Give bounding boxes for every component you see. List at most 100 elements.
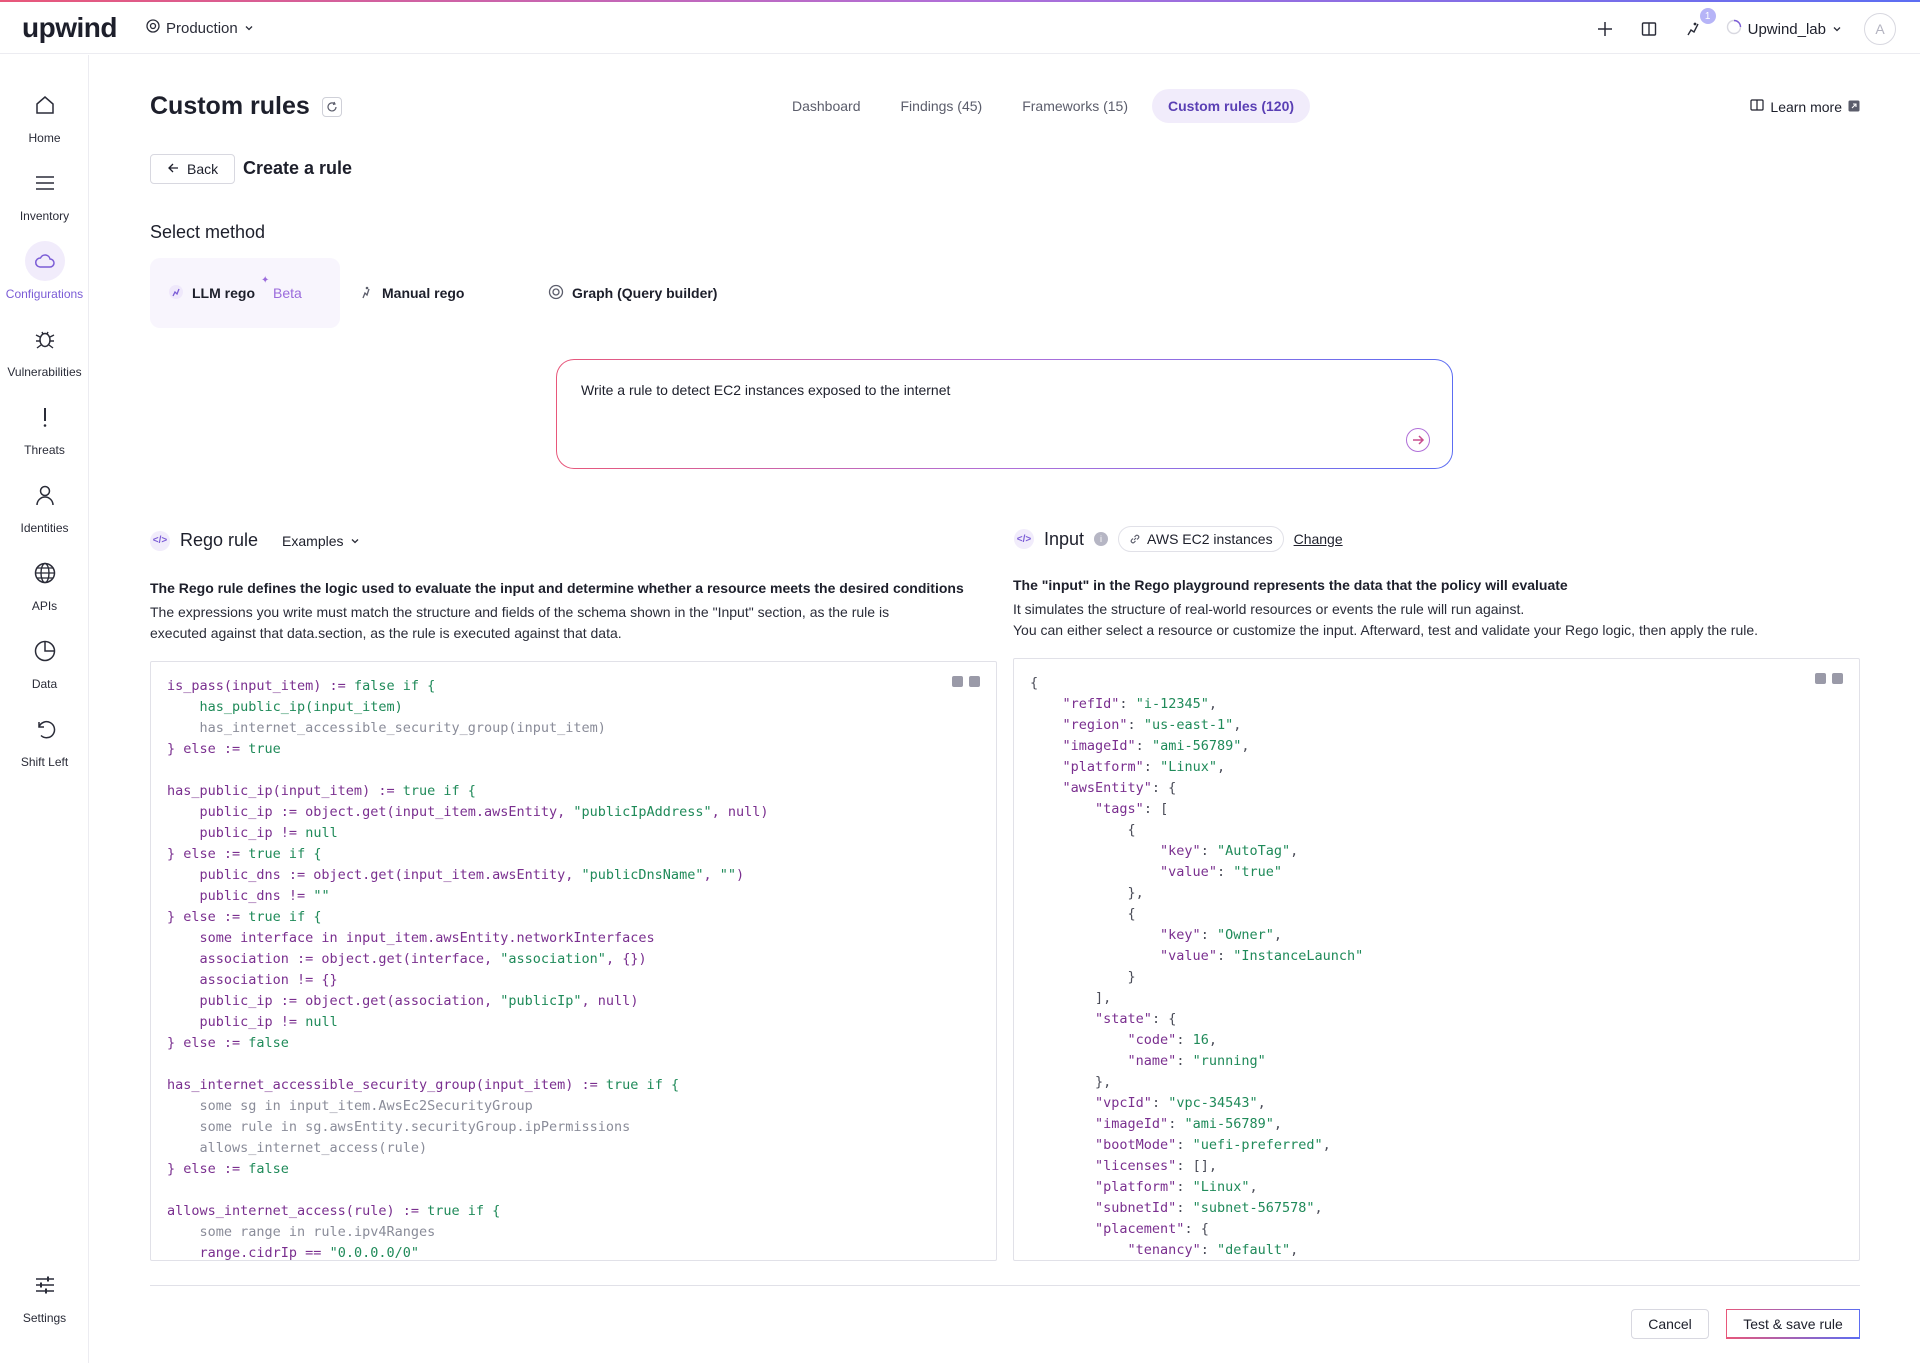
sidebar-item-label: Inventory bbox=[19, 209, 70, 223]
method-llm-rego[interactable]: LLM rego ✦ Beta bbox=[150, 258, 340, 328]
info-icon[interactable]: i bbox=[1094, 532, 1109, 546]
external-link-icon bbox=[1848, 99, 1860, 115]
page-title: Custom rules bbox=[150, 92, 342, 121]
tab-dashboard[interactable]: Dashboard bbox=[776, 89, 877, 123]
brand-logo[interactable]: upwind bbox=[22, 12, 117, 44]
globe-icon bbox=[25, 553, 65, 593]
method-label: LLM rego bbox=[192, 285, 255, 301]
list-icon bbox=[25, 163, 65, 203]
code-icon: </> bbox=[150, 530, 170, 551]
sidebar-item-inventory[interactable]: Inventory bbox=[0, 163, 89, 223]
prompt-input[interactable]: Write a rule to detect EC2 instances exp… bbox=[556, 359, 1453, 469]
target-icon bbox=[146, 19, 160, 37]
beta-badge: ✦ Beta bbox=[261, 275, 302, 301]
undo-icon bbox=[25, 709, 65, 749]
sliders-icon bbox=[25, 1265, 65, 1305]
test-save-rule-button[interactable]: Test & save rule bbox=[1726, 1309, 1860, 1339]
back-label: Back bbox=[187, 161, 219, 177]
rego-header: </> Rego rule Examples bbox=[150, 530, 360, 551]
back-button[interactable]: Back bbox=[150, 154, 236, 184]
send-arrow-icon[interactable] bbox=[1406, 428, 1430, 452]
editor-tools bbox=[1815, 673, 1843, 684]
sidebar-item-label: Shift Left bbox=[20, 755, 69, 769]
sidebar-item-label: Identities bbox=[20, 521, 69, 535]
create-rule-title: Create a rule bbox=[243, 158, 353, 178]
hand-icon bbox=[358, 284, 374, 303]
chevron-down-icon bbox=[1832, 21, 1842, 38]
tab-findings[interactable]: Findings (45) bbox=[885, 89, 999, 123]
copy-icon[interactable] bbox=[1815, 673, 1826, 684]
expand-icon[interactable] bbox=[969, 676, 980, 687]
org-name: Upwind_lab bbox=[1747, 20, 1826, 38]
book-icon bbox=[1750, 98, 1765, 115]
method-manual-rego[interactable]: Manual rego bbox=[340, 258, 530, 328]
sidebar-item-apis[interactable]: APIs bbox=[0, 553, 89, 613]
learn-more-label: Learn more bbox=[1770, 98, 1842, 115]
exclamation-icon bbox=[25, 397, 65, 437]
learn-more-link[interactable]: Learn more bbox=[1750, 98, 1860, 115]
method-graph[interactable]: Graph (Query builder) bbox=[530, 258, 720, 328]
expand-icon[interactable] bbox=[1832, 673, 1843, 684]
environment-selector[interactable]: Production bbox=[146, 19, 254, 37]
sidebar-item-configurations[interactable]: Configurations bbox=[0, 241, 89, 301]
tab-frameworks[interactable]: Frameworks (15) bbox=[1006, 89, 1144, 123]
method-label: Graph (Query builder) bbox=[572, 285, 718, 301]
refresh-icon[interactable] bbox=[321, 96, 342, 117]
sidebar-item-data[interactable]: Data bbox=[0, 631, 89, 691]
copy-icon[interactable] bbox=[952, 676, 963, 687]
book-icon[interactable] bbox=[1638, 18, 1660, 40]
user-avatar[interactable]: A bbox=[1864, 13, 1896, 45]
arrow-left-icon bbox=[167, 161, 179, 177]
sidebar: Home Inventory Configurations Vulnerabil… bbox=[0, 55, 89, 1363]
method-selector: LLM rego ✦ Beta Manual rego Graph (Query … bbox=[150, 258, 720, 328]
tab-custom-rules[interactable]: Custom rules (120) bbox=[1152, 89, 1311, 123]
chevron-down-icon bbox=[244, 20, 254, 37]
method-label: Manual rego bbox=[382, 285, 465, 301]
sidebar-item-home[interactable]: Home bbox=[0, 85, 89, 145]
editor-tools bbox=[952, 676, 980, 687]
sidebar-item-identities[interactable]: Identities bbox=[0, 475, 89, 535]
examples-label: Examples bbox=[282, 532, 344, 549]
input-json-editor[interactable]: { "refId": "i-12345", "region": "us-east… bbox=[1013, 658, 1860, 1261]
sidebar-item-settings[interactable]: Settings bbox=[0, 1265, 89, 1325]
sidebar-item-label: Configurations bbox=[5, 287, 84, 301]
target-icon bbox=[548, 284, 564, 303]
sidebar-item-vulnerabilities[interactable]: Vulnerabilities bbox=[0, 319, 89, 379]
plus-icon[interactable] bbox=[1594, 18, 1616, 40]
cancel-button[interactable]: Cancel bbox=[1631, 1309, 1709, 1339]
footer-divider bbox=[150, 1285, 1860, 1286]
rego-description-line: The expressions you write must match the… bbox=[150, 604, 890, 620]
rego-description-line: executed against that data.section, as t… bbox=[150, 625, 622, 641]
input-title: Input bbox=[1044, 528, 1085, 549]
org-selector[interactable]: Upwind_lab bbox=[1726, 19, 1842, 39]
resource-chip: AWS EC2 instances bbox=[1118, 526, 1284, 552]
sidebar-item-label: Settings bbox=[22, 1311, 67, 1325]
home-icon bbox=[25, 85, 65, 125]
sidebar-item-label: Home bbox=[28, 131, 61, 145]
spinner-icon bbox=[1726, 19, 1742, 39]
examples-dropdown[interactable]: Examples bbox=[282, 533, 359, 549]
top-bar: upwind Production 1 Upwind_lab A bbox=[0, 2, 1920, 54]
robot-icon bbox=[168, 284, 184, 303]
rego-code-editor[interactable]: is_pass(input_item) := false if { has_pu… bbox=[150, 661, 997, 1261]
activity-icon[interactable]: 1 bbox=[1682, 8, 1716, 40]
rego-description-title: The Rego rule defines the logic used to … bbox=[150, 580, 964, 596]
prompt-text: Write a rule to detect EC2 instances exp… bbox=[581, 382, 951, 398]
notification-badge: 1 bbox=[1699, 8, 1716, 24]
sidebar-item-label: Threats bbox=[24, 443, 65, 457]
sidebar-item-shift-left[interactable]: Shift Left bbox=[0, 709, 89, 769]
environment-label: Production bbox=[166, 19, 238, 37]
input-description-line: It simulates the structure of real-world… bbox=[1013, 601, 1525, 617]
main-tabs: Dashboard Findings (45) Frameworks (15) … bbox=[776, 89, 1311, 123]
beta-label: Beta bbox=[273, 285, 302, 301]
change-resource-link[interactable]: Change bbox=[1294, 531, 1343, 547]
rego-title: Rego rule bbox=[180, 530, 259, 550]
link-icon bbox=[1130, 534, 1140, 544]
cloud-icon bbox=[24, 241, 65, 281]
resource-label: AWS EC2 instances bbox=[1147, 531, 1273, 547]
sparkle-icon: ✦ bbox=[261, 275, 270, 286]
sidebar-item-threats[interactable]: Threats bbox=[0, 397, 89, 457]
input-description-line: You can either select a resource or cust… bbox=[1013, 622, 1759, 638]
input-header: </> Input i AWS EC2 instances Change bbox=[1014, 526, 1343, 552]
user-icon bbox=[25, 475, 65, 515]
